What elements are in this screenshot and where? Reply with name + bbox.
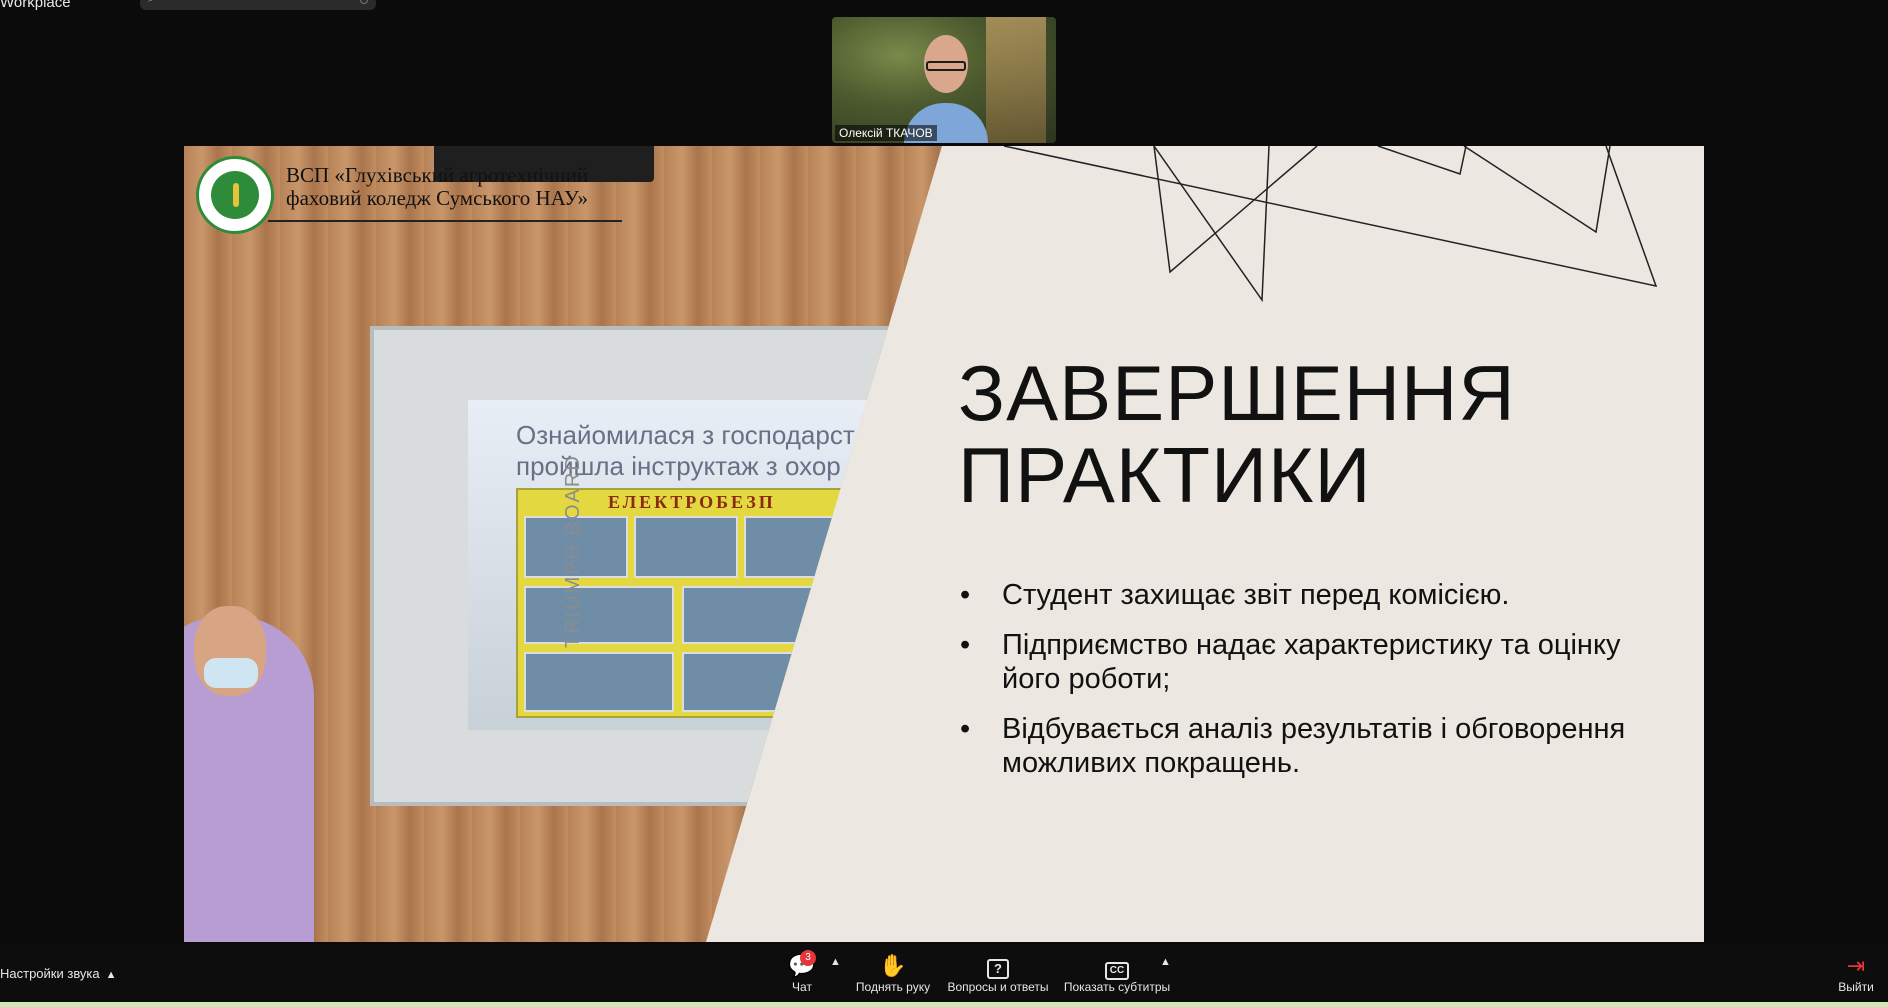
question-icon: ? [944, 952, 1052, 980]
slide-bullet-list: • Студент захищає звіт перед комісією. • П… [960, 578, 1660, 796]
top-bar: Workplace ⌕ [0, 0, 1888, 14]
raise-hand-button[interactable]: ✋ Поднять руку [852, 952, 934, 994]
slide-heading-line-2: ПРАКТИКИ [958, 431, 1372, 519]
captions-label: Показать субтитры [1063, 980, 1171, 994]
qa-label: Вопросы и ответы [947, 980, 1049, 994]
audio-settings-button[interactable]: Настройки звука ▲ [0, 966, 117, 981]
decorative-lines [1003, 146, 1658, 303]
chat-unread-badge: 3 [800, 950, 816, 966]
cc-icon: CC [1062, 952, 1172, 980]
deco-line [1377, 146, 1467, 175]
bullet-text: Підприємство надає характеристику та оці… [1002, 629, 1621, 695]
chat-button[interactable]: 💬 3 Чат [782, 950, 822, 994]
deco-line [1003, 146, 1658, 288]
search-clear-icon[interactable] [360, 0, 368, 4]
leave-icon: ⇥ [1846, 953, 1866, 978]
deco-line [1153, 146, 1318, 274]
shared-screen-slide: Ознайомилася з господарст пройшла інстру… [184, 146, 1704, 942]
participant-video-tile[interactable]: Олексій ТКАЧОВ [832, 17, 1056, 143]
bullet-text: Відбувається аналіз результатів і обгово… [1002, 713, 1626, 779]
slide-heading: ЗАВЕРШЕННЯ ПРАКТИКИ [958, 352, 1516, 516]
bullet-item: • Студент захищає звіт перед комісією. [960, 578, 1660, 612]
bullet-item: • Відбувається аналіз результатів і обгов… [960, 712, 1660, 780]
search-input[interactable]: ⌕ [140, 0, 376, 10]
app-title: Workplace [0, 0, 71, 11]
bullet-marker: • [960, 713, 971, 745]
deco-line [1153, 146, 1270, 303]
slide-heading-line-1: ЗАВЕРШЕННЯ [958, 349, 1516, 437]
bullet-marker: • [960, 629, 971, 661]
chat-label: Чат [792, 980, 812, 994]
captions-options-chevron-up-icon[interactable]: ▲ [1160, 956, 1171, 968]
leave-label: Выйти [1838, 980, 1874, 994]
video-background [986, 17, 1046, 143]
bullet-item: • Підприємство надає характеристику та оц… [960, 628, 1660, 696]
bottom-accent-strip [0, 1002, 1888, 1007]
chevron-up-icon[interactable]: ▲ [106, 969, 117, 981]
show-captions-button[interactable]: CC Показать субтитры [1062, 952, 1172, 994]
qa-button[interactable]: ? Вопросы и ответы [944, 952, 1052, 994]
participant-glasses [926, 61, 966, 71]
leave-button[interactable]: ⇥ Выйти [1836, 952, 1876, 994]
deco-line [1463, 146, 1611, 234]
hand-icon: ✋ [879, 953, 907, 978]
audio-settings-label: Настройки звука [0, 966, 100, 981]
raise-hand-label: Поднять руку [855, 980, 931, 994]
chat-options-chevron-up-icon[interactable]: ▲ [830, 956, 841, 968]
bullet-text: Студент захищає звіт перед комісією. [1002, 579, 1510, 611]
participant-name: Олексій ТКАЧОВ [835, 125, 937, 141]
search-icon: ⌕ [148, 0, 158, 5]
bullet-marker: • [960, 579, 971, 611]
